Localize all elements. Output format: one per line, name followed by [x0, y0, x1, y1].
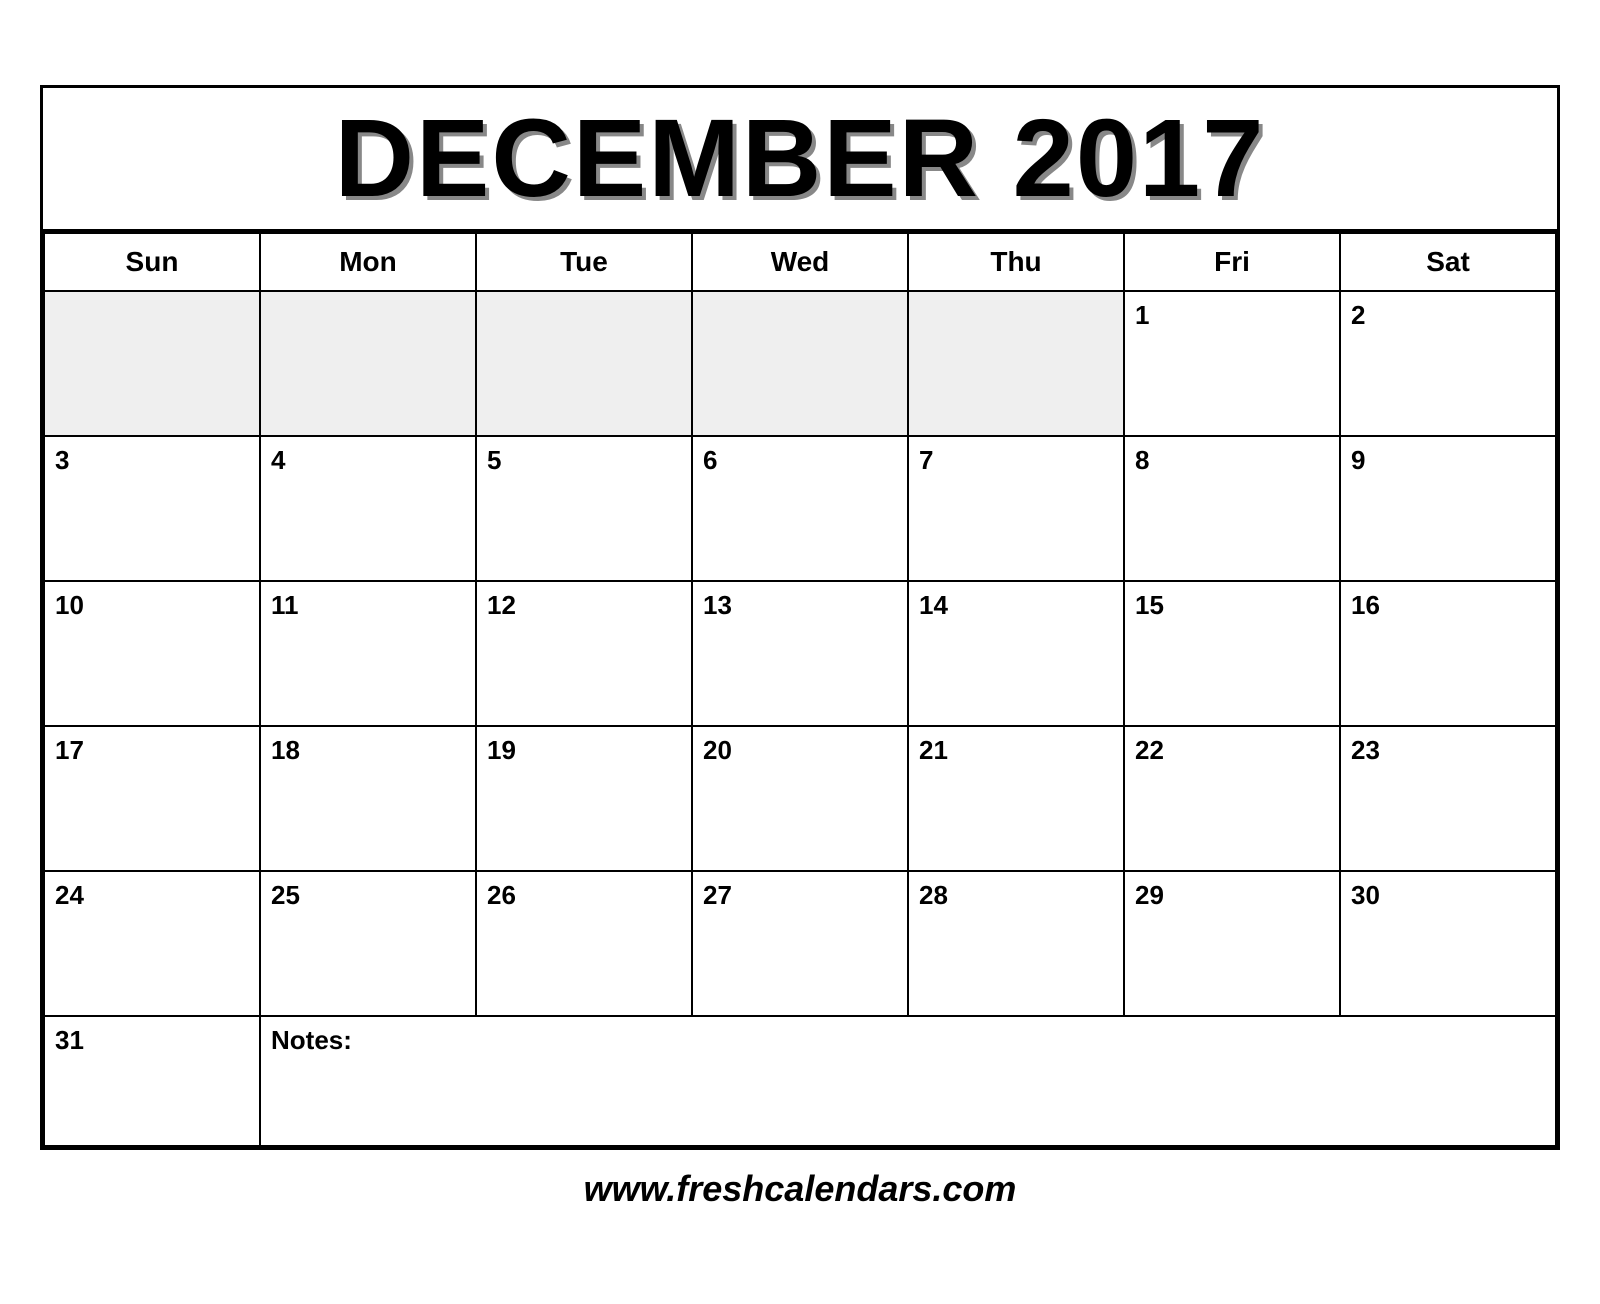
table-row: 13 [692, 581, 908, 726]
table-row: 26 [476, 871, 692, 1016]
notes-label: Notes: [271, 1025, 352, 1055]
table-row: 7 [908, 436, 1124, 581]
table-row: 6 [692, 436, 908, 581]
table-row: 27 [692, 871, 908, 1016]
table-row [476, 291, 692, 436]
table-row: 22 [1124, 726, 1340, 871]
table-row: 17 [44, 726, 260, 871]
col-thu: Thu [908, 233, 1124, 291]
table-row: 1 [1124, 291, 1340, 436]
footer: www.freshcalendars.com [40, 1150, 1560, 1220]
table-row: 18 [260, 726, 476, 871]
notes-cell: Notes: [260, 1016, 1556, 1146]
table-row: 3 4 5 6 7 8 9 [44, 436, 1556, 581]
calendar-grid: Sun Mon Tue Wed Thu Fri Sat 1 [43, 232, 1557, 1147]
table-row: 31 Notes: [44, 1016, 1556, 1146]
table-row: 20 [692, 726, 908, 871]
table-row: 4 [260, 436, 476, 581]
table-row: 23 [1340, 726, 1556, 871]
page-wrapper: DECEMBER 2017 Sun Mon Tue Wed Thu Fri Sa… [20, 65, 1580, 1240]
table-row: 17 18 19 20 21 22 23 [44, 726, 1556, 871]
table-row: 21 [908, 726, 1124, 871]
table-row [260, 291, 476, 436]
table-row: 11 [260, 581, 476, 726]
table-row: 14 [908, 581, 1124, 726]
days-of-week-row: Sun Mon Tue Wed Thu Fri Sat [44, 233, 1556, 291]
col-sun: Sun [44, 233, 260, 291]
table-row: 30 [1340, 871, 1556, 1016]
table-row [692, 291, 908, 436]
table-row [44, 291, 260, 436]
day-31-cell: 31 [44, 1016, 260, 1146]
table-row: 29 [1124, 871, 1340, 1016]
table-row [908, 291, 1124, 436]
calendar-title: DECEMBER 2017 [43, 88, 1557, 232]
table-row: 28 [908, 871, 1124, 1016]
table-row: 16 [1340, 581, 1556, 726]
table-row: 3 [44, 436, 260, 581]
calendar-container: DECEMBER 2017 Sun Mon Tue Wed Thu Fri Sa… [40, 85, 1560, 1150]
table-row: 9 [1340, 436, 1556, 581]
table-row: 1 2 [44, 291, 1556, 436]
table-row: 10 [44, 581, 260, 726]
col-wed: Wed [692, 233, 908, 291]
col-sat: Sat [1340, 233, 1556, 291]
table-row: 5 [476, 436, 692, 581]
col-mon: Mon [260, 233, 476, 291]
table-row: 15 [1124, 581, 1340, 726]
table-row: 19 [476, 726, 692, 871]
table-row: 24 25 26 27 28 29 30 [44, 871, 1556, 1016]
table-row: 24 [44, 871, 260, 1016]
col-tue: Tue [476, 233, 692, 291]
footer-url: www.freshcalendars.com [584, 1168, 1017, 1209]
calendar-heading: DECEMBER 2017 [63, 98, 1537, 219]
table-row: 2 [1340, 291, 1556, 436]
table-row: 12 [476, 581, 692, 726]
table-row: 25 [260, 871, 476, 1016]
table-row: 8 [1124, 436, 1340, 581]
col-fri: Fri [1124, 233, 1340, 291]
table-row: 10 11 12 13 14 15 16 [44, 581, 1556, 726]
